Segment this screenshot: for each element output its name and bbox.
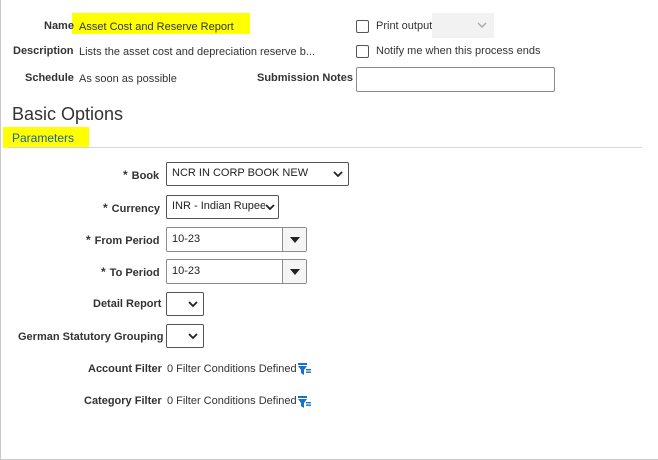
print-output-checkbox[interactable] [356,20,369,33]
to-period-label: * To Period [101,265,160,279]
name-label: Name [44,20,74,32]
required-marker: * [101,265,106,279]
detail-report-label: Detail Report [93,298,162,310]
to-period-label-text: To Period [109,267,160,279]
book-label-text: Book [131,170,160,182]
required-marker: * [86,233,91,247]
from-period-label: * From Period [86,233,159,247]
to-period-dropdown-button[interactable] [282,260,306,283]
section-divider [8,147,642,148]
submission-notes-input[interactable] [356,67,555,92]
description-label: Description [13,45,74,57]
to-period-combo[interactable]: 10-23 [166,259,307,284]
category-filter-value: 0 Filter Conditions Defined [167,395,297,407]
page-frame [0,0,658,460]
to-period-value: 10-23 [172,265,201,277]
notify-checkbox[interactable] [356,45,369,58]
from-period-value: 10-23 [172,233,201,245]
from-period-label-text: From Period [94,235,160,247]
from-period-combo[interactable]: 10-23 [166,227,307,252]
chevron-down-icon [265,202,275,212]
account-filter-label: Account Filter [88,363,162,375]
filter-icon[interactable] [298,363,311,375]
name-value: Asset Cost and Reserve Report [79,21,234,33]
currency-label: * Currency [103,201,160,215]
german-grouping-select[interactable] [166,324,204,348]
schedule-value: As soon as possible [79,73,177,85]
schedule-label: Schedule [25,72,74,84]
filter-icon[interactable] [298,396,311,408]
description-value: Lists the asset cost and depreciation re… [79,46,316,58]
book-label: * Book [123,168,159,182]
book-select[interactable]: NCR IN CORP BOOK NEW [166,162,349,186]
required-marker: * [123,168,128,182]
book-value: NCR IN CORP BOOK NEW [172,167,309,179]
print-output-select[interactable] [432,13,494,38]
required-marker: * [103,201,108,215]
currency-label-text: Currency [111,203,160,215]
chevron-down-icon [333,171,343,178]
section-subtitle: Parameters [12,131,75,145]
submission-notes-label: Submission Notes [257,72,353,84]
chevron-down-icon [188,301,198,308]
currency-value: INR - Indian Rupee [172,200,267,212]
account-filter-value: 0 Filter Conditions Defined [167,363,297,375]
german-grouping-label: German Statutory Grouping [18,331,164,343]
triangle-down-icon [290,269,300,275]
chevron-down-icon [188,333,198,340]
from-period-dropdown-button[interactable] [282,228,306,251]
category-filter-label: Category Filter [84,395,162,407]
notify-label: Notify me when this process ends [376,45,541,57]
detail-report-select[interactable] [166,292,204,316]
chevron-down-icon [477,22,487,29]
currency-select[interactable]: INR - Indian Rupee [166,195,279,219]
print-output-label: Print output [376,20,433,32]
triangle-down-icon [290,237,300,243]
section-title: Basic Options [12,104,124,124]
